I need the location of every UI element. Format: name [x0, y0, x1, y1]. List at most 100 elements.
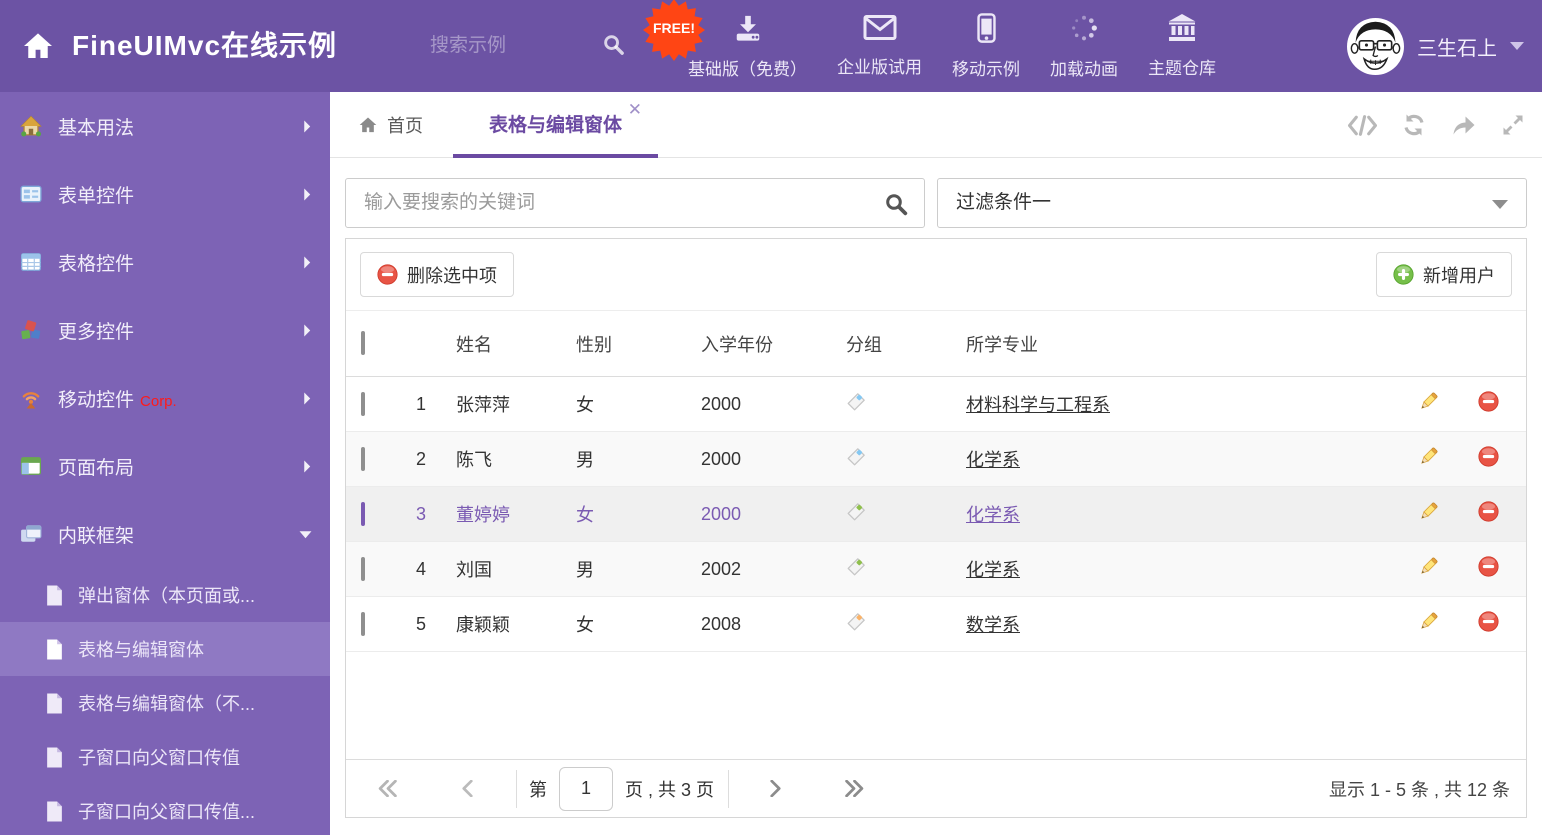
home-logo-icon[interactable]: [22, 30, 54, 67]
grid-header-row: 姓名 性别 入学年份 分组 所学专业: [346, 311, 1526, 377]
edit-icon[interactable]: [1418, 501, 1439, 527]
sidebar-item-child-to-parent[interactable]: 子窗口向父窗口传值: [0, 730, 330, 784]
tag-icon: [847, 392, 865, 410]
major-link[interactable]: 材料科学与工程系: [966, 395, 1110, 415]
chevron-right-icon: [304, 392, 311, 404]
sidebar-group-label: 更多控件: [58, 321, 135, 343]
keyword-search-box: [345, 178, 925, 228]
delete-row-icon[interactable]: [1478, 556, 1499, 582]
nav-theme-repo[interactable]: 主题仓库: [1148, 13, 1216, 79]
delete-row-icon[interactable]: [1478, 446, 1499, 472]
sidebar-group-label: 表单控件: [58, 185, 135, 207]
major-link[interactable]: 数学系: [966, 615, 1020, 635]
pager-summary: 显示 1 - 5 条 , 共 12 条: [1328, 779, 1510, 800]
tag-icon: [847, 502, 865, 520]
major-link[interactable]: 化学系: [966, 560, 1020, 580]
first-page-button[interactable]: [370, 772, 404, 806]
pager-label-after: 页 , 共 3 页: [625, 779, 715, 800]
delete-selected-button[interactable]: 删除选中项: [360, 252, 514, 297]
delete-row-icon[interactable]: [1478, 391, 1499, 417]
delete-row-icon[interactable]: [1478, 501, 1499, 527]
table-row[interactable]: 2 陈飞 男 2000 化学系: [346, 432, 1526, 487]
edit-icon[interactable]: [1418, 391, 1439, 417]
row-number-cell: 4: [415, 558, 426, 579]
sidebar-group-form-controls[interactable]: 表单控件: [0, 160, 330, 228]
nav-label: 基础版（免费）: [688, 59, 807, 79]
sidebar-item-grid-edit-window[interactable]: 表格与编辑窗体: [0, 622, 330, 676]
row-checkbox[interactable]: [361, 611, 365, 636]
delete-row-icon[interactable]: [1478, 611, 1499, 637]
sidebar-item-popup-window[interactable]: 弹出窗体（本页面或...: [0, 568, 330, 622]
row-checkbox[interactable]: [361, 501, 365, 526]
year-cell: 2008: [701, 613, 742, 634]
tab-label: 表格与编辑窗体: [488, 114, 622, 136]
filter-select[interactable]: 过滤条件一: [937, 178, 1527, 228]
edit-icon[interactable]: [1418, 556, 1439, 582]
sidebar-group-mobile-controls[interactable]: 移动控件 Corp.: [0, 364, 330, 432]
file-icon: [46, 639, 63, 660]
column-header-name: 姓名: [456, 334, 492, 355]
header-search-icon[interactable]: [602, 33, 625, 61]
sidebar-group-page-layout[interactable]: 页面布局: [0, 432, 330, 500]
gender-cell: 男: [576, 450, 594, 470]
tab-grid-edit-window[interactable]: 表格与编辑窗体 ✕: [453, 92, 658, 158]
app-header: FineUIMvc在线示例 FREE! 基础版（免费） 企业版试用: [0, 0, 1542, 92]
user-menu[interactable]: 三生石上: [1347, 0, 1524, 92]
keyword-search-icon[interactable]: [884, 192, 908, 221]
tab-close-icon[interactable]: ✕: [628, 101, 642, 118]
sidebar-group-basic-usage[interactable]: 基本用法: [0, 92, 330, 160]
select-all-checkbox[interactable]: [361, 331, 365, 355]
share-icon[interactable]: [1451, 114, 1477, 141]
chevron-right-icon: [304, 460, 311, 472]
tab-toolbar: [1348, 113, 1524, 142]
view-source-icon[interactable]: [1348, 114, 1377, 141]
nav-loading-animation[interactable]: 加载动画: [1050, 13, 1118, 80]
sidebar-item-child-to-parent-2[interactable]: 子窗口向父窗口传值...: [0, 784, 330, 835]
row-number-cell: 2: [415, 448, 426, 469]
row-checkbox[interactable]: [361, 556, 365, 581]
app-root: FineUIMvc在线示例 FREE! 基础版（免费） 企业版试用: [0, 0, 1542, 835]
nav-enterprise-trial[interactable]: 企业版试用: [837, 14, 922, 78]
keyword-search-input[interactable]: [346, 179, 881, 227]
gender-cell: 男: [576, 560, 594, 580]
row-number-cell: 3: [415, 503, 426, 524]
sidebar-group-label: 表格控件: [58, 253, 135, 275]
page-number-input[interactable]: [559, 766, 613, 811]
sidebar-group-iframe[interactable]: 内联框架: [0, 500, 330, 568]
table-row[interactable]: 5 康颖颖 女 2008 数学系: [346, 597, 1526, 652]
major-link[interactable]: 化学系: [966, 505, 1020, 525]
nav-basic-edition[interactable]: FREE! 基础版（免费）: [643, 0, 807, 80]
tab-home[interactable]: 首页: [358, 92, 423, 158]
nav-mobile-demo[interactable]: 移动示例: [952, 12, 1020, 80]
last-page-button[interactable]: [837, 772, 871, 806]
prev-page-button[interactable]: [450, 772, 484, 806]
edit-icon[interactable]: [1418, 611, 1439, 637]
next-page-button[interactable]: [759, 772, 793, 806]
header-search-input[interactable]: [430, 26, 595, 66]
filter-select-value: 过滤条件一: [956, 192, 1052, 213]
tab-bar: 首页 表格与编辑窗体 ✕: [330, 92, 1542, 158]
table-row[interactable]: 1 张萍萍 女 2000 材料科学与工程系: [346, 377, 1526, 432]
user-name: 三生石上: [1417, 37, 1497, 60]
sidebar-group-grid-controls[interactable]: 表格控件: [0, 228, 330, 296]
gender-cell: 女: [576, 505, 594, 525]
table-row[interactable]: 3 董婷婷 女 2000 化学系: [346, 487, 1526, 542]
sidebar-group-more-controls[interactable]: 更多控件: [0, 296, 330, 364]
major-link[interactable]: 化学系: [966, 450, 1020, 470]
main-area: 首页 表格与编辑窗体 ✕ 输入要搜索的关键词 过滤条件一 删除选中项 新增用户 …: [330, 92, 1542, 835]
sidebar-item-grid-edit-window-2[interactable]: 表格与编辑窗体（不...: [0, 676, 330, 730]
expand-icon[interactable]: [1502, 114, 1524, 141]
refresh-icon[interactable]: [1402, 113, 1426, 142]
row-checkbox[interactable]: [361, 391, 365, 416]
table-row[interactable]: 4 刘国 男 2002 化学系: [346, 542, 1526, 597]
caret-down-icon: [1510, 42, 1524, 50]
nav-label: 企业版试用: [837, 58, 922, 77]
row-checkbox[interactable]: [361, 446, 365, 471]
year-cell: 2002: [701, 558, 742, 579]
grid-body: 1 张萍萍女 2000 材料科学与工程系 2 陈飞男 2000 化学系 3 董婷婷女 2000 化学系…: [346, 377, 1526, 652]
avatar: [1347, 17, 1404, 75]
add-user-button[interactable]: 新增用户: [1376, 252, 1512, 297]
tag-icon: [847, 447, 865, 465]
edit-icon[interactable]: [1418, 446, 1439, 472]
row-number-cell: 1: [415, 393, 426, 414]
